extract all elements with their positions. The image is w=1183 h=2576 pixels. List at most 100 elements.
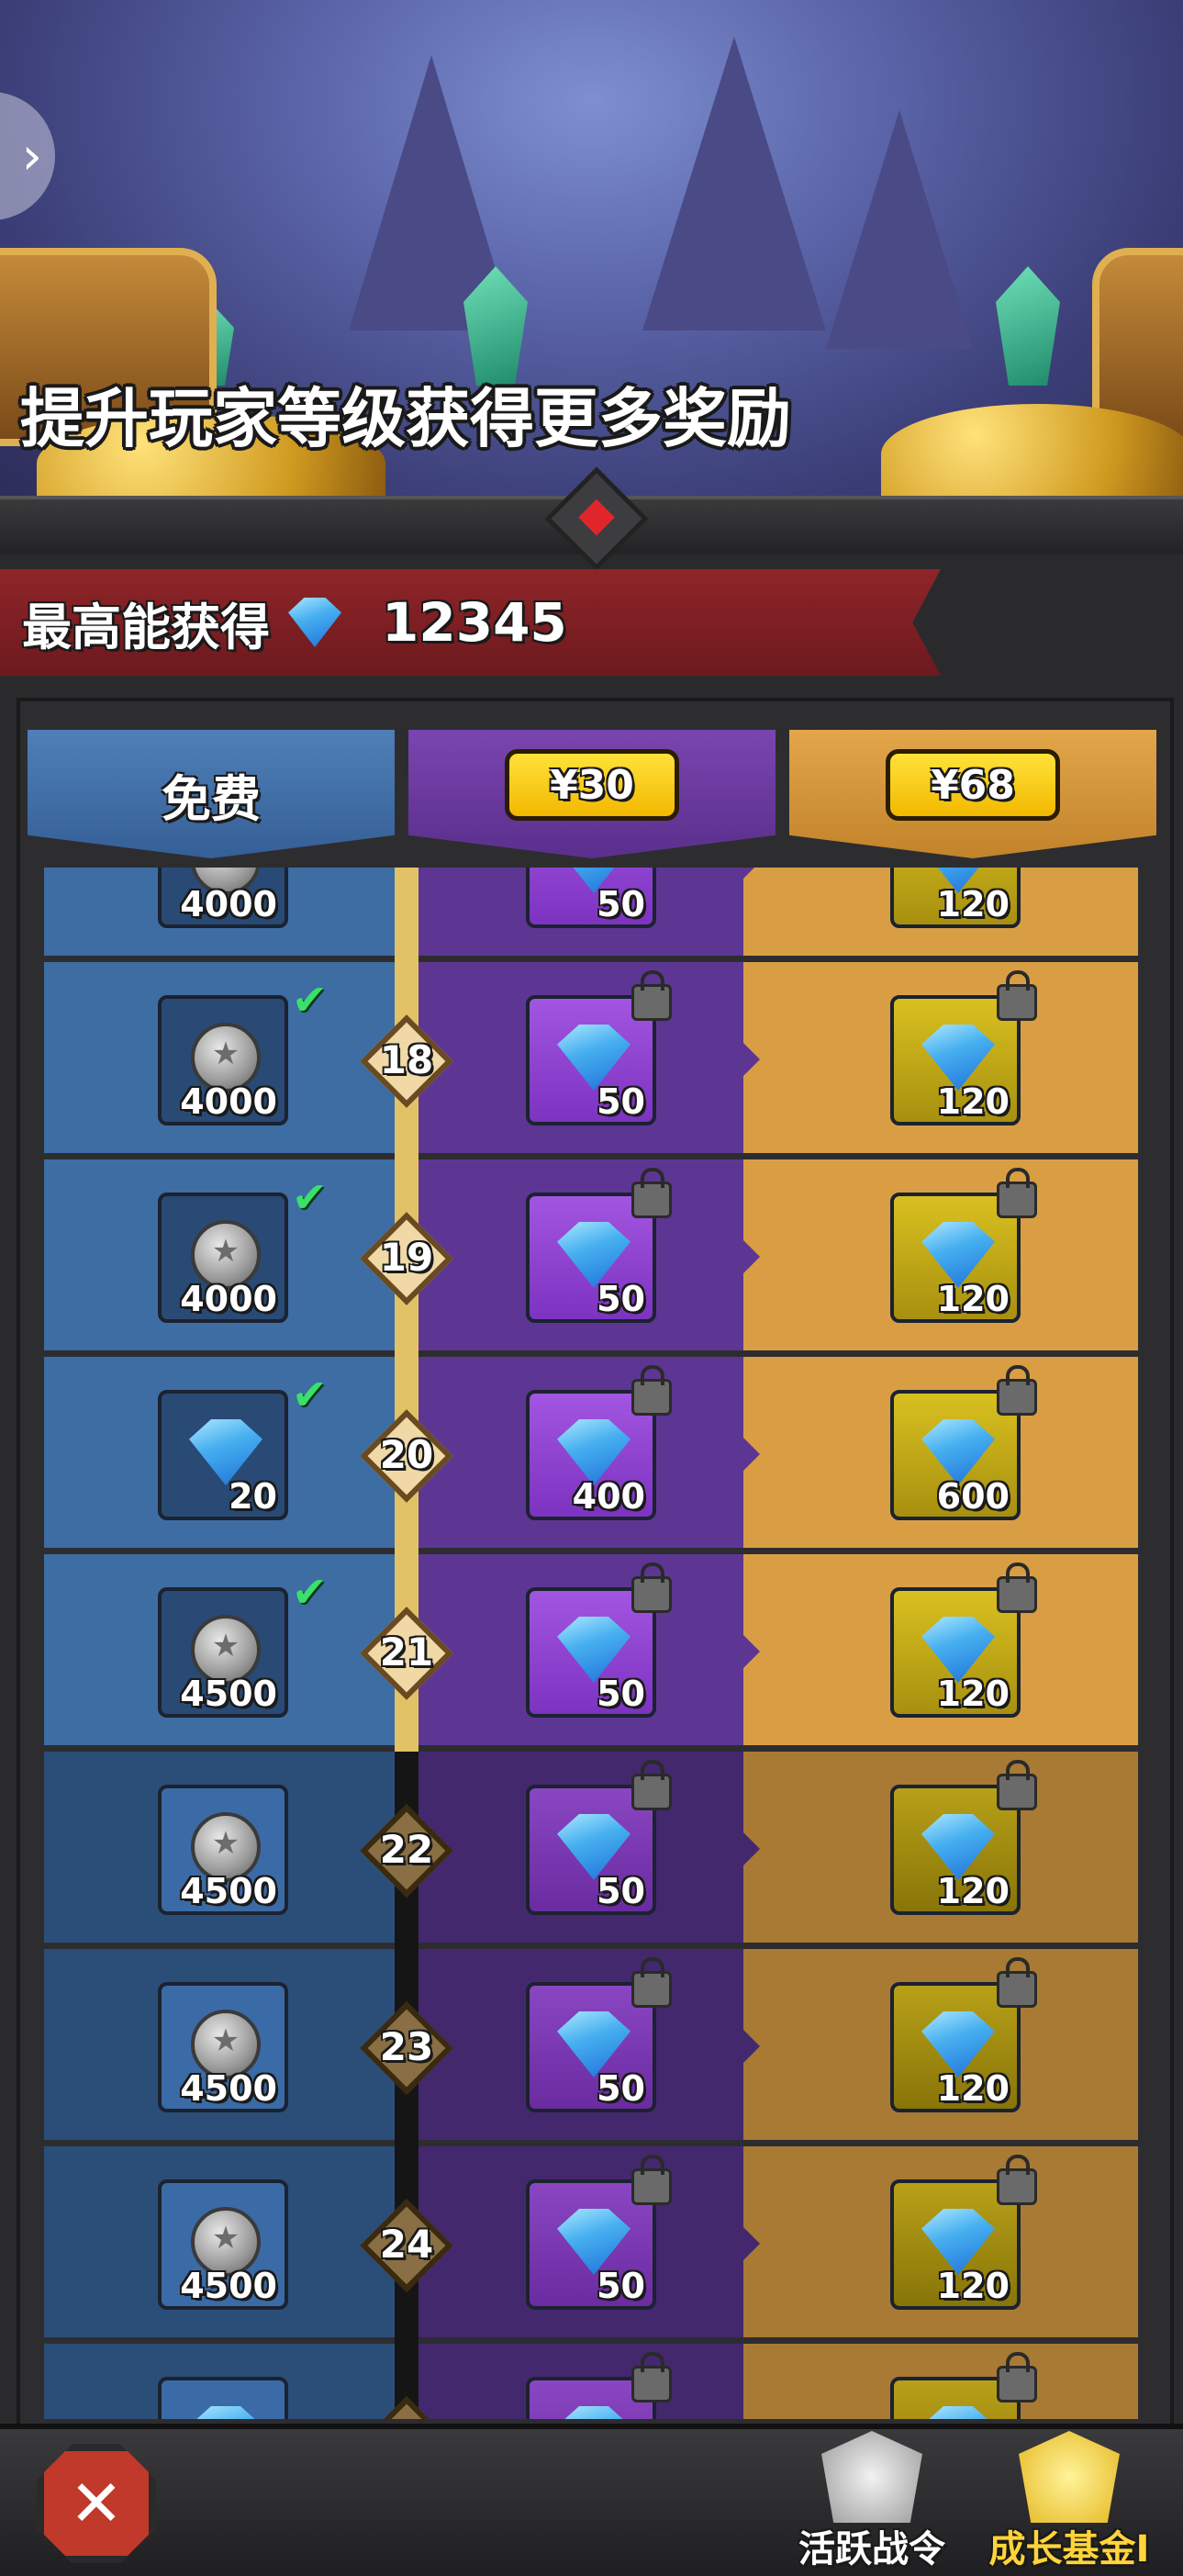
tier68-reward-quantity: 120 [936, 2068, 1010, 2109]
tier30-reward-quantity: 50 [597, 1674, 645, 1714]
lock-icon [631, 1760, 672, 1810]
diamond-icon [288, 598, 341, 647]
tier30-reward-item[interactable]: 50 [526, 868, 656, 928]
level-number: 18 [379, 1037, 434, 1082]
reward-row: 4500 50 120 ✔ 21 [44, 1554, 1138, 1752]
tier68-buy-button[interactable]: ¥68 [886, 749, 1060, 821]
checkmark-icon: ✔ [292, 1567, 328, 1617]
lock-icon [997, 970, 1037, 1021]
checkmark-icon: ✔ [292, 975, 328, 1025]
max-reward-bar: 最高能获得 12345 [0, 569, 941, 676]
tier30-reward-quantity: 50 [597, 1081, 645, 1122]
free-reward-quantity: 4500 [180, 1871, 277, 1911]
level-badge: 21 [360, 1607, 453, 1700]
free-reward-quantity: 20 [229, 1476, 277, 1517]
free-reward-item[interactable]: 4500 [158, 1587, 288, 1718]
level-number: 21 [379, 1630, 434, 1674]
tier68-reward-quantity: 120 [936, 1871, 1010, 1911]
tier30-reward-quantity: 50 [597, 1871, 645, 1911]
nav-growth-fund[interactable]: 成长基金I [977, 2424, 1161, 2570]
reward-row: 4000 50 120 ✔ 18 [44, 962, 1138, 1159]
chevron-right-icon: › [21, 126, 42, 186]
nav-active-battle-pass[interactable]: 活跃战令 [780, 2424, 964, 2570]
reward-list[interactable]: 4000 50 120 4000 50 120 ✔ 18 4000 50 120 ✔ 19 20 400 60… [44, 868, 1138, 2419]
free-reward-item[interactable]: 4500 [158, 1785, 288, 1915]
checkmark-icon: ✔ [292, 1172, 328, 1222]
tier30-reward-quantity: 50 [597, 2068, 645, 2109]
star-shield-icon [821, 2431, 922, 2523]
level-badge: 18 [360, 1014, 453, 1108]
nav-growth-fund-label: 成长基金I [988, 2528, 1150, 2570]
level-number: 20 [379, 1432, 434, 1477]
free-reward-item[interactable]: 20 [158, 1390, 288, 1520]
diamond-icon [921, 2406, 995, 2419]
close-icon: ✕ [69, 2466, 124, 2541]
free-label: 免费 [162, 769, 261, 828]
lock-icon [997, 1957, 1037, 2008]
column-header-tier30: ¥30 [408, 730, 776, 858]
checkmark-icon: ✔ [292, 1370, 328, 1419]
free-reward-quantity: 4500 [180, 2266, 277, 2306]
tier30-buy-button[interactable]: ¥30 [505, 749, 679, 821]
lock-icon [631, 1562, 672, 1613]
level-number: 19 [379, 1235, 434, 1280]
lock-icon [997, 1365, 1037, 1416]
free-reward-item[interactable]: 4000 [158, 868, 288, 928]
rock-decoration [642, 37, 826, 330]
tier68-reward-quantity: 120 [936, 1674, 1010, 1714]
gold-pile-decoration [881, 404, 1183, 505]
free-reward-quantity: 4500 [180, 2068, 277, 2109]
free-reward-quantity: 4500 [180, 1674, 277, 1714]
lock-icon [997, 1562, 1037, 1613]
lock-icon [997, 1168, 1037, 1218]
winged-shield-icon [1019, 2431, 1120, 2523]
tier30-reward-quantity: 50 [597, 884, 645, 924]
max-reward-label: 最高能获得 [22, 598, 270, 656]
level-badge: 22 [360, 1804, 453, 1898]
level-badge: 20 [360, 1409, 453, 1503]
reward-row: 20 400 600 ✔ 20 [44, 1357, 1138, 1554]
tier30-reward-quantity: 50 [597, 1279, 645, 1319]
rock-decoration [826, 110, 973, 349]
tier68-reward-item[interactable]: 120 [890, 868, 1021, 928]
level-badge: 24 [360, 2199, 453, 2292]
lock-icon [631, 2155, 672, 2205]
free-reward-item[interactable]: 4500 [158, 1982, 288, 2112]
tier68-reward-quantity: 600 [936, 1476, 1010, 1517]
level-diamond-shape [360, 2396, 453, 2419]
free-reward-item[interactable]: 4000 [158, 1193, 288, 1323]
reward-row: 4500 50 120 23 [44, 1949, 1138, 2146]
tier68-reward-quantity: 120 [936, 2266, 1010, 2306]
reward-row: 4000 50 120 [44, 868, 1138, 962]
reward-row: 4000 50 120 ✔ 19 [44, 1159, 1138, 1357]
free-reward-quantity: 4000 [180, 1081, 277, 1122]
tier68-reward-quantity: 120 [936, 1279, 1010, 1319]
tier68-reward-quantity: 120 [936, 884, 1010, 924]
crystal-decoration [996, 266, 1060, 386]
row-arrow-decoration [743, 1043, 760, 1076]
close-button[interactable]: ✕ [37, 2444, 156, 2563]
max-reward-value: 12345 [382, 591, 567, 654]
row-arrow-decoration [743, 2227, 760, 2260]
tier68-reward-quantity: 120 [936, 1081, 1010, 1122]
row-arrow-decoration [743, 1438, 760, 1471]
free-reward-item[interactable] [158, 2377, 288, 2419]
nav-active-battle-label: 活跃战令 [798, 2528, 945, 2570]
level-badge: 25 [360, 2396, 453, 2419]
banner-title: 提升玩家等级获得更多奖励 [20, 381, 791, 456]
diamond-icon [189, 2406, 262, 2419]
free-reward-quantity: 4000 [180, 1279, 277, 1319]
free-reward-item[interactable]: 4000 [158, 995, 288, 1126]
diamond-icon [557, 2406, 631, 2419]
lock-icon [631, 1168, 672, 1218]
column-header-free: 免费 [28, 730, 395, 858]
column-header-tier68: ¥68 [789, 730, 1156, 858]
level-track [395, 868, 419, 962]
row-arrow-decoration [743, 1832, 760, 1865]
row-arrow-decoration [743, 2030, 760, 2063]
free-reward-item[interactable]: 4500 [158, 2179, 288, 2310]
lock-icon [631, 1957, 672, 2008]
lock-icon [997, 1760, 1037, 1810]
reward-row: 4500 50 120 24 [44, 2146, 1138, 2344]
row-arrow-decoration [743, 868, 760, 879]
